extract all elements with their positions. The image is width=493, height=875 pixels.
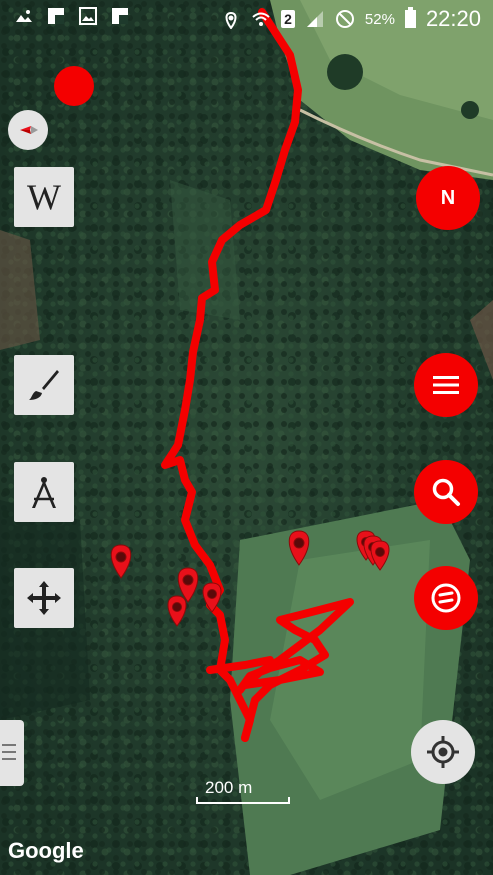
search-icon <box>432 478 460 506</box>
north-button[interactable]: N <box>416 166 480 230</box>
battery-icon <box>404 7 416 28</box>
wikipedia-icon: W <box>27 177 61 217</box>
compass-rose-button[interactable] <box>8 110 48 150</box>
drafting-compass-icon <box>32 477 56 508</box>
move-button[interactable] <box>14 568 74 628</box>
dnd-icon <box>335 10 354 28</box>
battery-percent: 52% <box>364 10 395 28</box>
app-icon <box>48 8 64 24</box>
app-icon <box>112 8 128 24</box>
drawer-handle[interactable] <box>0 720 24 786</box>
image-icon <box>16 10 32 22</box>
sim-slot-badge: 2 <box>281 10 295 28</box>
image-icon <box>79 7 97 25</box>
location-icon <box>225 11 237 29</box>
search-button[interactable] <box>414 460 478 524</box>
compass-needle-icon <box>20 126 38 134</box>
move-arrows-icon <box>27 581 61 615</box>
scale-label: 200 m <box>205 778 253 797</box>
wikipedia-button[interactable]: W <box>14 167 74 227</box>
scale-bar: 200 m <box>196 778 290 804</box>
draw-button[interactable] <box>14 355 74 415</box>
google-attribution: Google <box>8 838 84 863</box>
gps-locate-button[interactable] <box>411 720 475 784</box>
crosshair-icon <box>427 736 459 768</box>
clock: 22:20 <box>425 6 481 31</box>
brush-icon <box>29 370 59 400</box>
measure-button[interactable] <box>14 462 74 522</box>
recording-indicator-button[interactable] <box>54 66 94 106</box>
hamburger-icon <box>433 376 459 394</box>
navigation-button[interactable] <box>414 566 478 630</box>
scale-ruler <box>196 797 290 804</box>
signal-icon <box>306 11 323 27</box>
north-label: N <box>440 186 456 209</box>
status-bar: 2 52% 22:20 <box>0 0 493 36</box>
wifi-icon <box>252 12 270 26</box>
menu-button[interactable] <box>414 353 478 417</box>
route-icon <box>431 583 461 613</box>
